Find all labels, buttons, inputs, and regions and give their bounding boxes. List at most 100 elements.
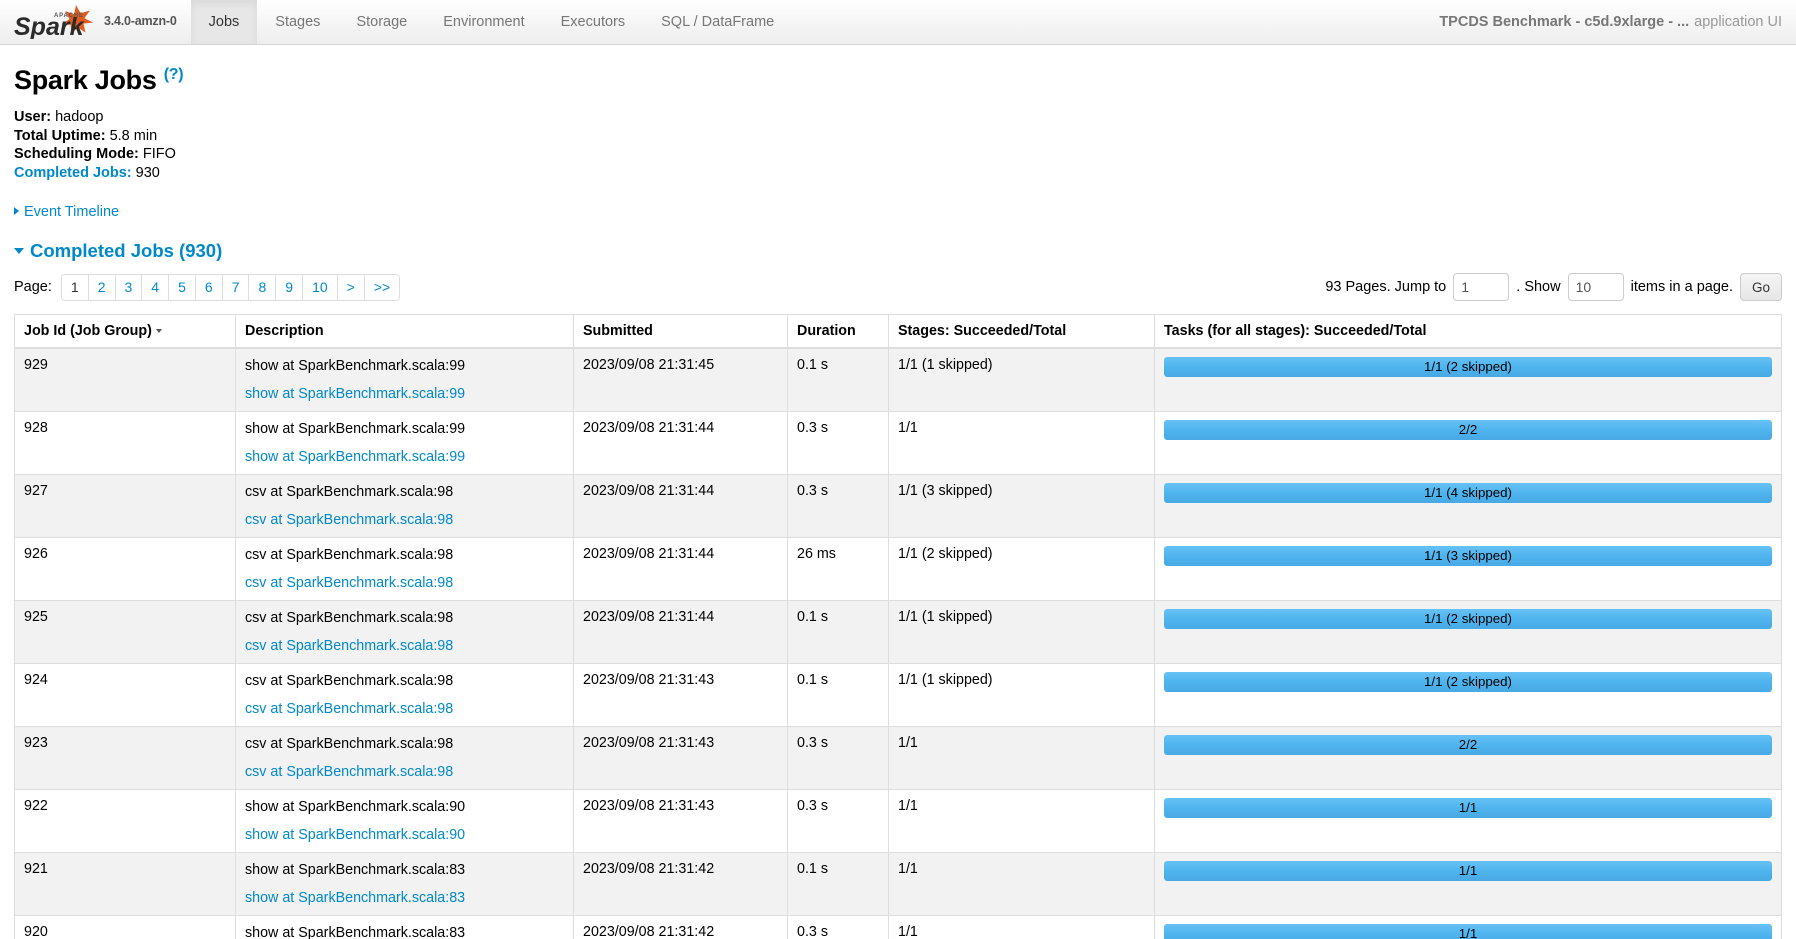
page-link-10-top[interactable]: 10 [303,274,338,300]
tab-storage[interactable]: Storage [338,0,425,44]
cell-stages: 1/1 [888,852,1155,916]
cell-stages: 1/1 [888,915,1155,939]
tab-jobs[interactable]: Jobs [190,0,258,44]
items-per-page-input-top[interactable] [1567,273,1624,302]
cell-tasks: 1/1 (2 skipped) [1154,600,1782,664]
items-in-page-text-top: items in a page. [1630,279,1733,296]
page-link-7-top[interactable]: 7 [222,274,250,300]
help-icon[interactable]: (?) [164,66,184,83]
cell-duration: 0.1 s [787,347,889,412]
page-link-4-top[interactable]: 4 [142,274,170,300]
job-description-link[interactable]: show at SparkBenchmark.scala:90 [245,826,564,844]
tasks-progress-label: 1/1 [1458,863,1478,879]
page-container: Spark Jobs (?) User: hadoop Total Uptime… [0,65,1796,939]
total-pages-text-top: 93 Pages. Jump to [1325,279,1447,296]
jump-to-page-input-top[interactable] [1453,273,1510,302]
cell-tasks: 1/1 (2 skipped) [1154,347,1782,412]
tasks-progress-label: 1/1 (3 skipped) [1424,548,1512,564]
col-header-stages[interactable]: Stages: Succeeded/Total [888,314,1155,350]
completed-jobs-section-label: Completed Jobs (930) [30,240,223,262]
cell-job-id: 920 [14,915,236,939]
cell-submitted: 2023/09/08 21:31:45 [573,347,788,412]
application-ui-suffix: application UI [1694,14,1782,30]
tab-sql-dataframe[interactable]: SQL / DataFrame [643,0,792,44]
tab-environment[interactable]: Environment [425,0,542,44]
col-header-job-id[interactable]: Job Id (Job Group) [14,314,236,350]
col-header-description-label: Description [245,323,324,340]
spark-brand[interactable]: APACHE Spark 3.4.0-amzn-0 [0,0,183,44]
table-header-row: Job Id (Job Group) Description Submitted… [14,314,1782,350]
page-link-2-top[interactable]: 2 [88,274,116,300]
cell-job-id: 925 [14,600,236,664]
job-description-text: show at SparkBenchmark.scala:99 [245,358,466,375]
cell-tasks: 1/1 (4 skipped) [1154,474,1782,538]
job-description-link[interactable]: csv at SparkBenchmark.scala:98 [245,763,564,781]
page-next-top[interactable]: > [337,274,365,300]
job-description-text: show at SparkBenchmark.scala:90 [245,799,466,816]
job-description-link[interactable]: csv at SparkBenchmark.scala:98 [245,574,564,592]
cell-stages: 1/1 (1 skipped) [888,347,1155,412]
job-description-link[interactable]: csv at SparkBenchmark.scala:98 [245,637,564,655]
tasks-progress-bar: 1/1 (2 skipped) [1164,672,1772,693]
col-header-submitted[interactable]: Submitted [573,314,788,350]
cell-stages: 1/1 (1 skipped) [888,663,1155,727]
top-navbar: APACHE Spark 3.4.0-amzn-0 Jobs Stages St… [0,0,1796,45]
page-link-5-top[interactable]: 5 [169,274,196,300]
tasks-progress-bar: 2/2 [1164,420,1772,441]
event-timeline-toggle[interactable]: Event Timeline [14,204,119,220]
col-header-description[interactable]: Description [235,314,574,350]
col-header-duration[interactable]: Duration [787,314,889,350]
completed-jobs-section-toggle[interactable]: Completed Jobs (930) [14,240,1782,262]
table-row: 927 csv at SparkBenchmark.scala:98 csv at … [14,474,1782,538]
summary-value-total-uptime: 5.8 min [109,127,158,144]
table-body: 929 show at SparkBenchmark.scala:99 show a… [14,347,1782,939]
cell-stages: 1/1 [888,789,1155,853]
col-header-tasks[interactable]: Tasks (for all stages): Succeeded/Total [1154,314,1782,350]
job-description-link[interactable]: csv at SparkBenchmark.scala:98 [245,700,564,718]
application-name: TPCDS Benchmark - c5d.9xlarge - ... [1439,14,1690,30]
summary-item-user: User: hadoop [14,108,1782,127]
tab-stages[interactable]: Stages [257,0,338,44]
cell-submitted: 2023/09/08 21:31:42 [573,915,788,939]
table-row: 924 csv at SparkBenchmark.scala:98 csv at … [14,663,1782,727]
go-button-top[interactable]: Go [1739,273,1782,302]
pagination-top-pages: 1 2 3 4 5 6 7 8 9 10 > >> [60,273,401,301]
cell-submitted: 2023/09/08 21:31:44 [573,600,788,664]
cell-stages: 1/1 (2 skipped) [888,537,1155,601]
job-description-link[interactable]: csv at SparkBenchmark.scala:98 [245,511,564,529]
cell-submitted: 2023/09/08 21:31:44 [573,537,788,601]
cell-description: show at SparkBenchmark.scala:99 show at S… [235,411,574,475]
table-row: 929 show at SparkBenchmark.scala:99 show a… [14,347,1782,412]
tasks-progress-bar: 1/1 (3 skipped) [1164,546,1772,567]
summary-link-completed-jobs[interactable]: Completed Jobs: [14,165,132,181]
col-header-job-id-label: Job Id (Job Group) [24,323,152,340]
page-link-1-top[interactable]: 1 [61,274,89,300]
page-link-9-top[interactable]: 9 [276,274,304,300]
tasks-progress-label: 1/1 [1458,800,1478,816]
summary-item-completed-jobs: Completed Jobs: 930 [14,164,1782,183]
cell-tasks: 2/2 [1154,726,1782,790]
tab-executors[interactable]: Executors [543,0,643,44]
table-row: 926 csv at SparkBenchmark.scala:98 csv at … [14,537,1782,601]
page-link-6-top[interactable]: 6 [195,274,223,300]
page-last-top[interactable]: >> [364,274,400,300]
table-row: 921 show at SparkBenchmark.scala:83 show a… [14,852,1782,916]
table-row: 920show at SparkBenchmark.scala:83show a… [14,915,1782,939]
cell-job-id: 923 [14,726,236,790]
table-row: 922 show at SparkBenchmark.scala:90 show a… [14,789,1782,853]
cell-description: csv at SparkBenchmark.scala:98 csv at Spa… [235,663,574,727]
table-row: 925 csv at SparkBenchmark.scala:98 csv at … [14,600,1782,664]
page-link-3-top[interactable]: 3 [115,274,143,300]
job-description-link[interactable]: show at SparkBenchmark.scala:83 [245,889,564,907]
cell-duration: 0.3 s [787,726,889,790]
summary-label-total-uptime: Total Uptime: [14,127,106,144]
tasks-progress-bar: 2/2 [1164,735,1772,756]
sort-descending-icon [155,329,162,334]
cell-description: csv at SparkBenchmark.scala:98 csv at Spa… [235,600,574,664]
job-description-link[interactable]: show at SparkBenchmark.scala:99 [245,448,564,466]
page-link-8-top[interactable]: 8 [249,274,277,300]
col-header-tasks-label: Tasks (for all stages): Succeeded/Total [1164,323,1427,340]
job-description-link[interactable]: show at SparkBenchmark.scala:99 [245,385,564,403]
tasks-progress-bar: 1/1 (2 skipped) [1164,609,1772,630]
col-header-submitted-label: Submitted [583,323,653,340]
